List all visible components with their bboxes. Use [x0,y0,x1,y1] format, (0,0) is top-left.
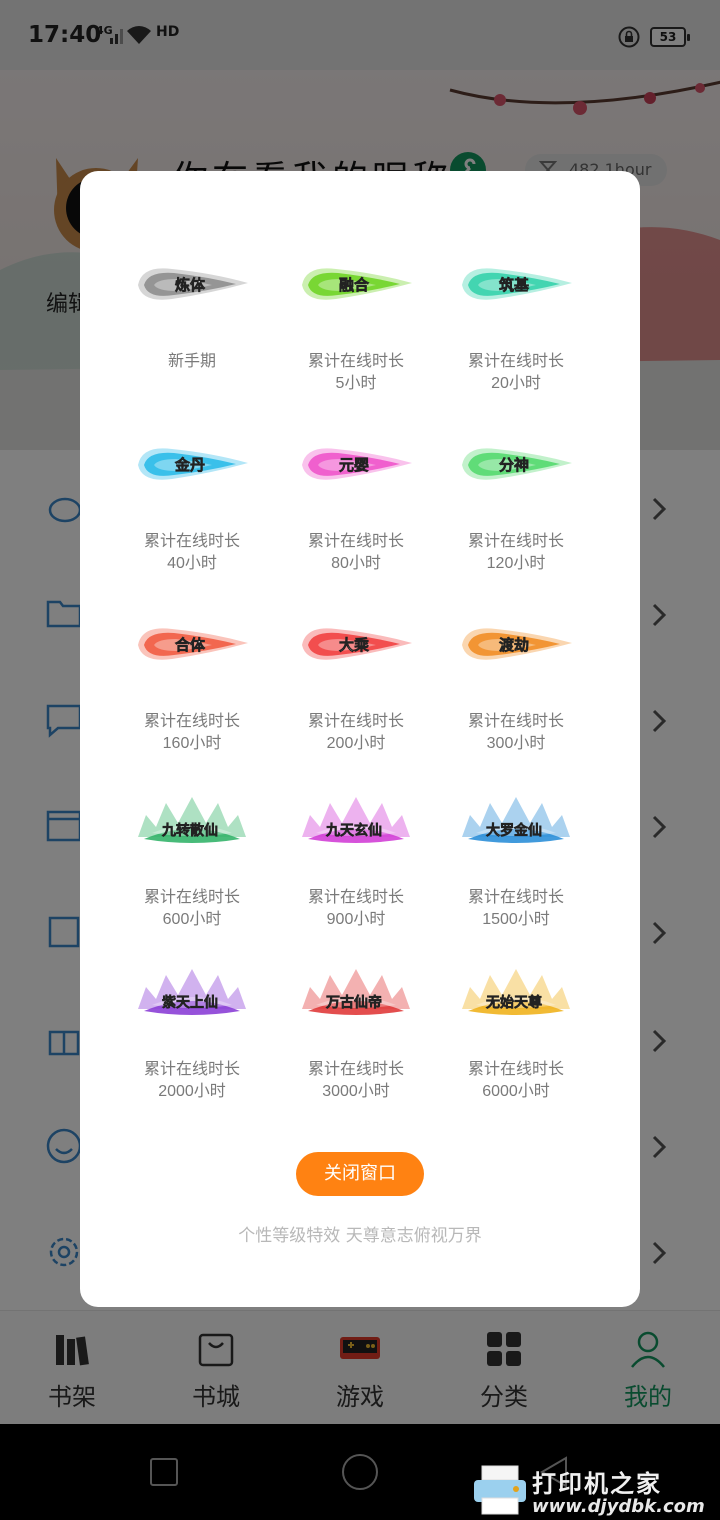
badge-requirement-hours: 160小时 [162,735,222,752]
badge-requirement-label: 累计在线时长 [467,353,564,370]
badge-requirement-label: 累计在线时长 [307,1061,404,1078]
flame-badge-icon: 大罗金仙 [462,797,570,843]
badge-name: 紫天上仙 [162,994,218,1011]
badge-name: 元婴 [339,456,369,474]
level-badge: 九转散仙累计在线时长 600小时 [112,793,272,953]
badge-requirement-hours: 1500小时 [482,911,550,928]
flame-badge-icon: 合体 [138,628,248,660]
flame-badge-icon: 万古仙帝 [302,969,410,1015]
recent-apps-button[interactable] [150,1458,178,1486]
badge-name: 大罗金仙 [486,822,542,839]
badge-name: 金丹 [174,456,205,474]
level-badge: 无始天尊累计在线时长 6000小时 [436,965,596,1125]
badge-requirement-hours: 600小时 [162,911,222,928]
level-badges-dialog: 炼体 新手期 融合 累计在线时长 5小时 筑基 累计在线时长 20小时 金丹 累计在线时长 40小时… [80,171,640,1307]
badge-name: 炼体 [175,276,206,294]
level-badge: 元婴累计在线时长 80小时 [276,437,436,597]
level-badge: 合体累计在线时长 160小时 [112,617,272,777]
flame-badge-icon: 元婴 [302,448,412,480]
badge-requirement-label: 累计在线时长 [467,889,564,906]
badge-requirement-label: 累计在线时长 [467,713,564,730]
badge-requirement-label: 累计在线时长 [307,353,404,370]
badge-requirement-hours: 300小时 [486,735,546,752]
level-badge: 炼体 新手期 [112,257,272,417]
badge-requirement-hours: 120小时 [486,555,546,572]
badge-name: 万古仙帝 [325,994,382,1011]
flame-badge-icon: 渡劫 [462,628,572,660]
badge-requirement-hours: 2000小时 [158,1083,226,1100]
flame-badge-icon: 大乘 [302,628,412,660]
level-badge: 紫天上仙累计在线时长 2000小时 [112,965,272,1125]
flame-badge-icon: 紫天上仙 [138,969,246,1015]
badge-requirement-label: 累计在线时长 [307,533,404,550]
level-badge: 金丹累计在线时长 40小时 [112,437,272,597]
badge-name: 渡劫 [499,636,529,654]
badge-name: 九转散仙 [161,822,218,839]
flame-badge-icon: 炼体 [138,268,248,300]
badge-requirement-label: 累计在线时长 [143,533,240,550]
level-badge: 大乘累计在线时长 200小时 [276,617,436,777]
badge-name: 融合 [339,276,370,294]
flame-badge-icon: 无始天尊 [462,969,570,1015]
level-badge: 九天玄仙累计在线时长 900小时 [276,793,436,953]
badge-requirement-label: 累计在线时长 [307,713,404,730]
profile-page: 17:40 4G HD 53 你在看我的昵称 [0,0,720,1520]
badge-requirement-label: 累计在线时长 [143,889,240,906]
badge-name: 九天玄仙 [325,822,382,839]
badge-requirement-hours: 80小时 [331,555,381,572]
badge-requirement-hours: 20小时 [491,375,541,392]
badge-requirement-hours: 5小时 [335,375,377,392]
badge-name: 大乘 [339,636,369,654]
badge-requirement-label: 累计在线时长 [467,1061,564,1078]
watermark-title: 打印机之家 [532,1469,662,1498]
badge-requirement-label: 新手期 [167,353,216,370]
flame-badge-icon: 九天玄仙 [302,797,410,843]
flame-badge-icon: 金丹 [138,448,248,480]
level-badge: 万古仙帝累计在线时长 3000小时 [276,965,436,1125]
flame-badge-icon: 筑基 [462,268,572,300]
flame-badge-icon: 九转散仙 [138,797,246,843]
badge-name: 无始天尊 [485,994,542,1011]
watermark-url: www.djydbk.com [532,1496,705,1517]
badge-name: 筑基 [498,276,530,294]
level-badge: 渡劫累计在线时长 300小时 [436,617,596,777]
badge-name: 分神 [499,456,529,474]
level-badge: 大罗金仙累计在线时长 1500小时 [436,793,596,953]
badge-requirement-hours: 6000小时 [482,1083,550,1100]
flame-badge-icon: 分神 [462,448,572,480]
dialog-footer-text: 个性等级特效 天尊意志俯视万界 [238,1226,482,1246]
printer-logo-icon [474,1465,526,1515]
badge-name: 合体 [174,636,206,654]
level-badge: 融合累计在线时长 5小时 [276,257,436,417]
level-badge: 分神累计在线时长 120小时 [436,437,596,597]
watermark-logo: 打印机之家 www.djydbk.com [472,1452,720,1520]
badge-requirement-hours: 200小时 [326,735,386,752]
home-button[interactable] [342,1454,378,1490]
badge-requirement-hours: 40小时 [167,555,217,572]
badge-requirement-label: 累计在线时长 [143,713,240,730]
badge-requirement-label: 累计在线时长 [143,1061,240,1078]
level-badge: 筑基累计在线时长 20小时 [436,257,596,417]
badge-requirement-hours: 900小时 [326,911,386,928]
badge-requirement-label: 累计在线时长 [307,889,404,906]
flame-badge-icon: 融合 [302,268,412,300]
badge-requirement-hours: 3000小时 [322,1083,390,1100]
close-window-button[interactable]: 关闭窗口 [296,1152,424,1196]
badge-requirement-label: 累计在线时长 [467,533,564,550]
